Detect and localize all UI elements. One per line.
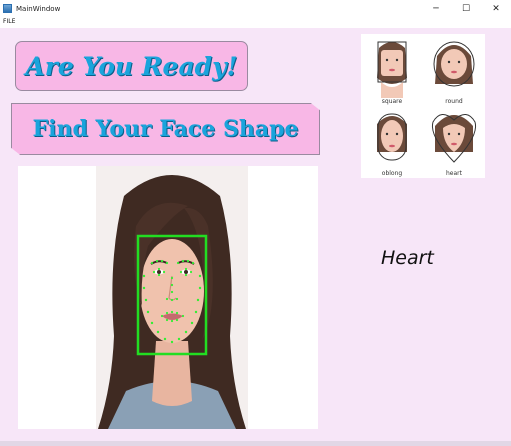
window-title: MainWindow bbox=[16, 4, 61, 13]
shape-round: round bbox=[423, 34, 485, 106]
shape-square: square bbox=[361, 34, 423, 106]
heart-face-icon bbox=[431, 114, 477, 163]
face-photo-image bbox=[96, 166, 248, 429]
window-controls: ─ ☐ ✕ bbox=[421, 0, 511, 17]
shape-label: round bbox=[445, 98, 463, 105]
round-face-icon bbox=[433, 41, 475, 87]
face-shape-reference: square round oblong heart bbox=[361, 34, 485, 178]
square-face-icon bbox=[377, 41, 407, 98]
ready-banner: Are You Ready! bbox=[15, 41, 248, 91]
face-shape-result: Heart bbox=[381, 247, 434, 269]
app-icon bbox=[3, 4, 12, 13]
maximize-button[interactable]: ☐ bbox=[451, 0, 481, 17]
menu-file[interactable]: FILE bbox=[3, 18, 15, 25]
menu-bar: FILE bbox=[0, 17, 511, 28]
minimize-button[interactable]: ─ bbox=[421, 0, 451, 17]
face-photo bbox=[96, 166, 248, 429]
title-bar: MainWindow ─ ☐ ✕ bbox=[0, 0, 511, 17]
shape-heart: heart bbox=[423, 106, 485, 178]
bottom-strip bbox=[0, 441, 511, 446]
oblong-face-icon bbox=[377, 113, 407, 161]
shape-oblong: oblong bbox=[361, 106, 423, 178]
shape-label: oblong bbox=[381, 170, 403, 177]
shape-label: heart bbox=[446, 170, 462, 177]
find-face-shape-banner: Find Your Face Shape bbox=[11, 103, 320, 155]
shape-label: square bbox=[381, 98, 403, 105]
photo-panel bbox=[18, 166, 318, 429]
close-button[interactable]: ✕ bbox=[481, 0, 511, 17]
